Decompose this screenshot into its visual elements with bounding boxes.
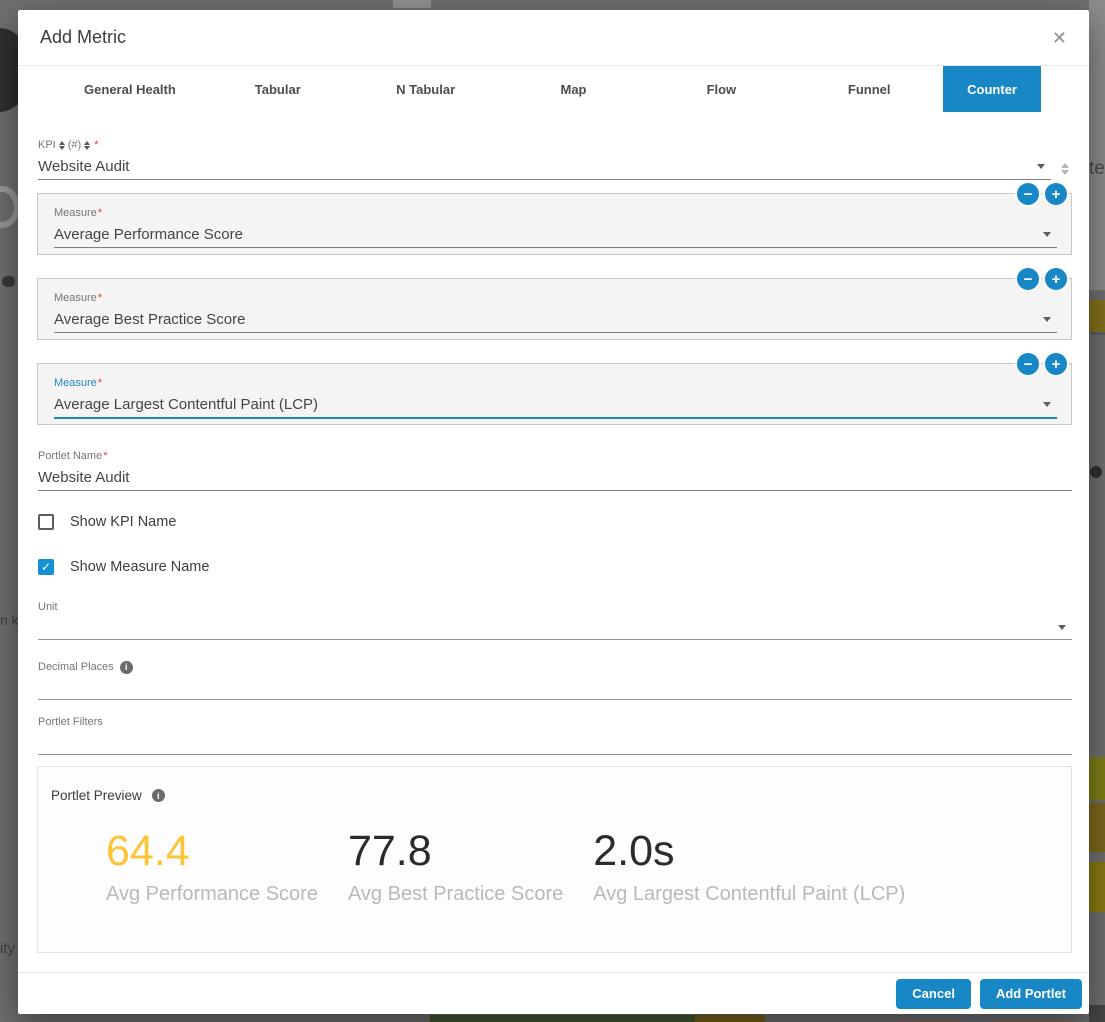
tab-flow[interactable]: Flow: [647, 66, 795, 112]
modal-body: KPI (#) * Website Audit − +: [18, 112, 1089, 972]
info-icon: i: [152, 789, 165, 802]
backdrop-cell-fragment: [1089, 300, 1105, 332]
spinner-icon[interactable]: [1058, 163, 1072, 180]
backdrop-text-fragment: te: [1089, 158, 1105, 180]
portlet-name-label: Portlet Name *: [38, 449, 1072, 463]
portlet-name-input[interactable]: Website Audit: [38, 465, 1072, 491]
unit-select[interactable]: [38, 616, 1072, 640]
chevron-down-icon: [1043, 232, 1051, 237]
tab-map[interactable]: Map: [500, 66, 648, 112]
metric-label: Avg Largest Contentful Paint (LCP): [593, 883, 905, 906]
portlet-preview-title: Portlet Preview: [51, 788, 142, 803]
measure-label: Measure *: [54, 376, 1057, 390]
add-measure-button[interactable]: +: [1045, 268, 1067, 290]
backdrop-icon-fragment: [1090, 466, 1102, 478]
preview-metric: 2.0s Avg Largest Contentful Paint (LCP): [593, 830, 905, 906]
tab-tabular[interactable]: Tabular: [204, 66, 352, 112]
portlet-filters-block: Portlet Filters: [37, 715, 1072, 755]
backdrop-panel-fragment: [1089, 0, 1105, 290]
chevron-down-icon: [1037, 164, 1045, 169]
measure-card: − + Measure * Average Best Practice Scor…: [37, 278, 1072, 340]
backdrop-cell-fragment: [1089, 757, 1105, 800]
tab-bar: General Health Tabular N Tabular Map Flo…: [18, 66, 1089, 112]
remove-measure-button[interactable]: −: [1017, 268, 1039, 290]
info-icon: i: [120, 661, 133, 674]
measure-value: Average Performance Score: [54, 226, 243, 243]
backdrop-gauge-fragment: [0, 186, 20, 228]
backdrop-cell-fragment: [1089, 1005, 1105, 1022]
measure-value: Average Best Practice Score: [54, 311, 245, 328]
portlet-name-block: Portlet Name * Website Audit: [37, 449, 1072, 491]
backdrop-badge-fragment: [2, 276, 15, 287]
modal-header: Add Metric ✕: [18, 10, 1089, 66]
tab-n-tabular[interactable]: N Tabular: [352, 66, 500, 112]
remove-measure-button[interactable]: −: [1017, 353, 1039, 375]
metric-label: Avg Best Practice Score: [348, 883, 563, 906]
portlet-filters-label: Portlet Filters: [38, 715, 1072, 729]
show-kpi-name-checkbox-row[interactable]: ✓ Show KPI Name: [37, 513, 1072, 531]
decimal-places-label: Decimal Places i: [38, 660, 1072, 674]
tab-general-health[interactable]: General Health: [56, 66, 204, 112]
metric-value-1: 77.8: [348, 830, 563, 873]
portlet-preview: Portlet Preview i 64.4 Avg Performance S…: [37, 766, 1072, 953]
checkbox-icon[interactable]: ✓: [38, 514, 54, 530]
unit-label: Unit: [38, 600, 1072, 614]
portlet-name-value: Website Audit: [38, 469, 129, 486]
measure-select[interactable]: Average Largest Contentful Paint (LCP): [54, 392, 1057, 419]
modal-footer: Cancel Add Portlet: [18, 972, 1089, 1014]
kpi-value: Website Audit: [38, 158, 129, 175]
kpi-field-block: KPI (#) * Website Audit: [37, 138, 1072, 180]
measure-label: Measure *: [54, 291, 1057, 305]
add-measure-button[interactable]: +: [1045, 353, 1067, 375]
backdrop-cell-fragment: [1089, 803, 1105, 852]
unit-block: Unit: [37, 600, 1072, 640]
show-measure-name-checkbox-row[interactable]: ✓ Show Measure Name: [37, 558, 1072, 576]
metric-label: Avg Performance Score: [106, 883, 318, 906]
cancel-button[interactable]: Cancel: [896, 979, 971, 1009]
portlet-filters-input[interactable]: [38, 731, 1072, 755]
tab-counter[interactable]: Counter: [943, 66, 1041, 112]
add-portlet-button[interactable]: Add Portlet: [980, 979, 1082, 1009]
close-icon[interactable]: ✕: [1052, 29, 1067, 47]
preview-metric: 77.8 Avg Best Practice Score: [348, 830, 563, 906]
backdrop-cell-fragment: [695, 1015, 765, 1022]
measure-card: − + Measure * Average Largest Contentful…: [37, 363, 1072, 425]
kpi-label: KPI (#) *: [38, 138, 1051, 152]
measure-card: − + Measure * Average Performance Score: [37, 193, 1072, 255]
modal-title: Add Metric: [40, 27, 126, 48]
metric-value-0: 64.4: [106, 830, 318, 873]
backdrop-text-fragment: n k: [0, 612, 19, 628]
metric-value-2: 2.0s: [593, 830, 905, 873]
preview-metric: 64.4 Avg Performance Score: [106, 830, 318, 906]
chevron-down-icon: [1058, 625, 1066, 630]
checkbox-icon[interactable]: ✓: [38, 559, 54, 575]
measure-value: Average Largest Contentful Paint (LCP): [54, 396, 318, 413]
backdrop-text-fragment: ity: [0, 940, 15, 957]
measure-select[interactable]: Average Performance Score: [54, 222, 1057, 248]
preview-metrics: 64.4 Avg Performance Score 77.8 Avg Best…: [51, 830, 1071, 906]
tab-funnel[interactable]: Funnel: [795, 66, 943, 112]
chevron-down-icon: [1043, 317, 1051, 322]
backdrop-panel-fragment: [393, 0, 431, 8]
checkbox-label: Show KPI Name: [70, 514, 176, 530]
sort-icon: [59, 141, 65, 150]
backdrop-divider-fragment: [1089, 332, 1105, 335]
kpi-select[interactable]: Website Audit: [38, 154, 1051, 180]
sort-icon: [84, 141, 90, 150]
add-measure-button[interactable]: +: [1045, 183, 1067, 205]
chevron-down-icon: [1043, 402, 1051, 407]
remove-measure-button[interactable]: −: [1017, 183, 1039, 205]
decimal-places-block: Decimal Places i: [37, 660, 1072, 700]
backdrop-cell-fragment: [1089, 862, 1105, 912]
measure-select[interactable]: Average Best Practice Score: [54, 307, 1057, 333]
decimal-places-input[interactable]: [38, 676, 1072, 700]
backdrop-cell-fragment: [430, 1015, 695, 1022]
measure-label: Measure *: [54, 206, 1057, 220]
checkbox-label: Show Measure Name: [70, 559, 209, 575]
add-metric-modal: Add Metric ✕ General Health Tabular N Ta…: [18, 10, 1089, 1014]
